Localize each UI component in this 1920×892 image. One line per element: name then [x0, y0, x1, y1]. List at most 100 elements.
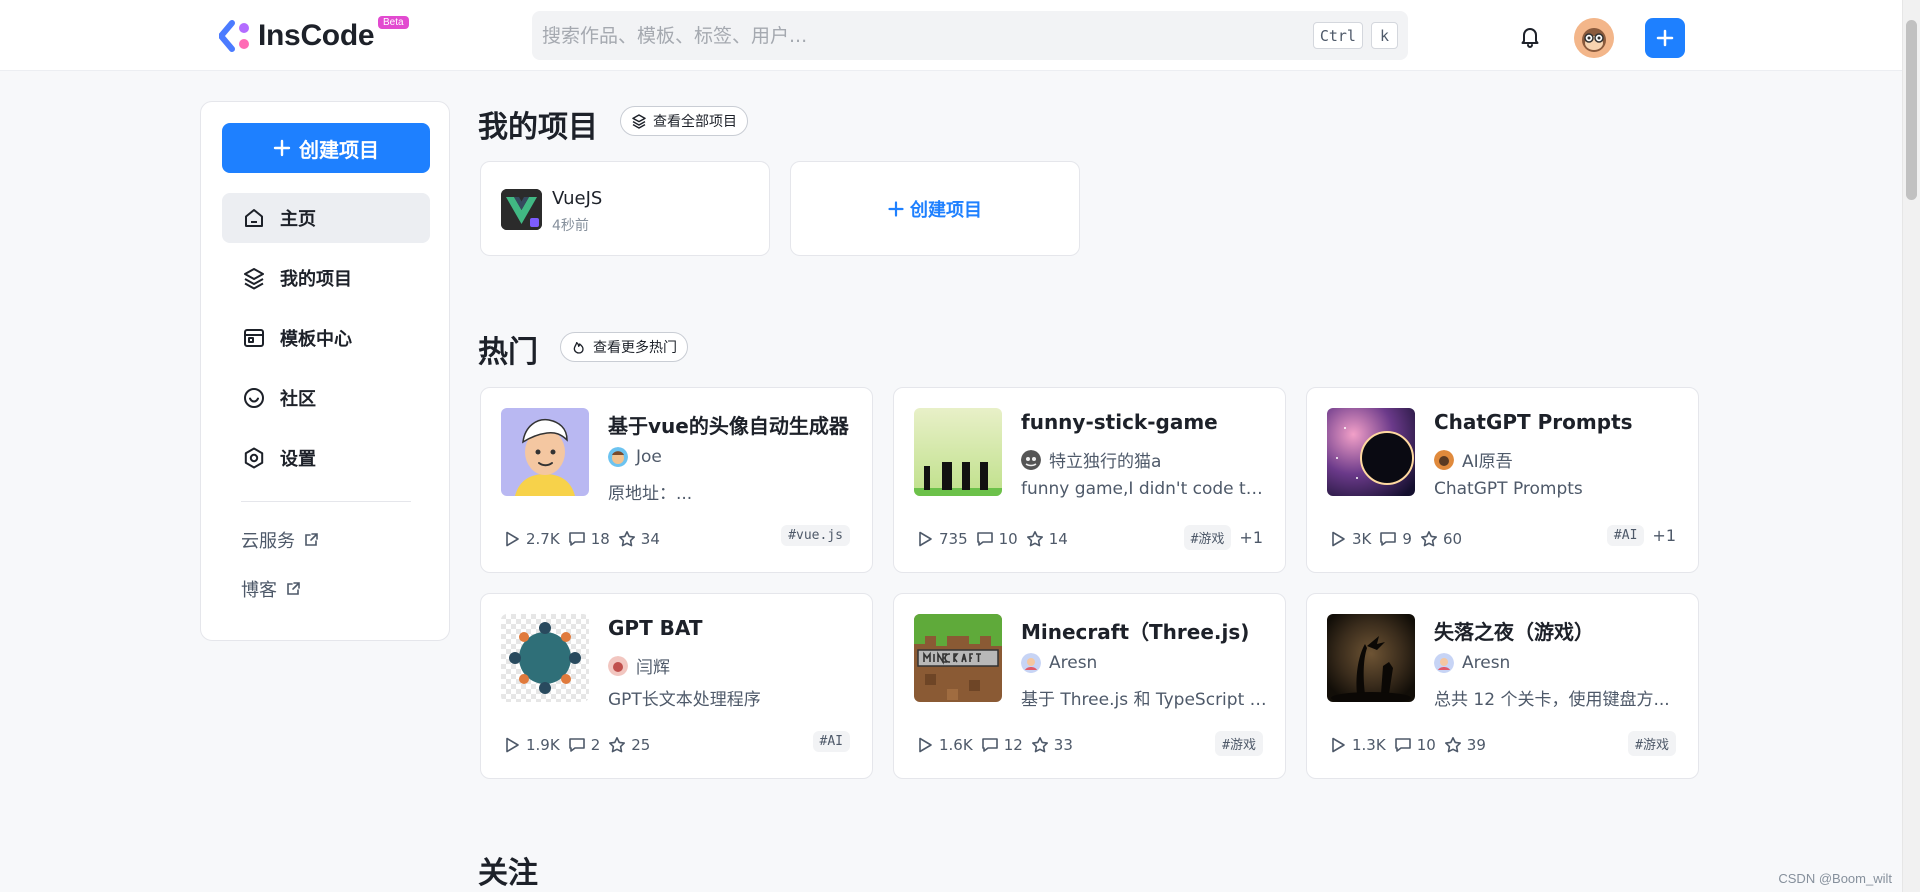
card-author[interactable]: 闫辉: [608, 653, 670, 678]
more-tags-count[interactable]: +1: [1652, 526, 1676, 545]
user-avatar[interactable]: [1574, 18, 1614, 58]
hot-card[interactable]: funny-stick-game 特立独行的猫a funny game,I di…: [893, 387, 1286, 573]
star-count[interactable]: 60: [1420, 530, 1462, 548]
vue-logo-icon: [501, 189, 542, 230]
card-tags: #AI: [812, 731, 850, 752]
author-name: AI原吾: [1462, 452, 1513, 472]
star-icon: [609, 737, 626, 753]
shortcut-ctrl-key: Ctrl: [1312, 22, 1363, 49]
star-count[interactable]: 34: [618, 530, 660, 548]
comment-icon: [1394, 738, 1411, 752]
star-count-value: 33: [1053, 736, 1073, 754]
play-icon: [919, 737, 932, 753]
blog-link[interactable]: 博客: [241, 576, 301, 602]
card-author[interactable]: AI原吾: [1434, 447, 1513, 472]
star-icon: [1420, 531, 1437, 547]
hot-card[interactable]: 基于vue的头像自动生成器 Joe 原地址：... 2.7K 18 34 #vu…: [480, 387, 873, 573]
author-avatar: [1434, 449, 1454, 470]
sidebar-item-community[interactable]: 社区: [222, 373, 430, 423]
comment-icon: [1380, 532, 1397, 546]
play-icon: [506, 531, 519, 547]
card-description: 基于 Three.js 和 TypeScript 的...: [1021, 690, 1267, 710]
tag[interactable]: #AI: [812, 731, 850, 752]
scrollbar-thumb[interactable]: [1906, 20, 1917, 200]
project-card-vuejs[interactable]: VueJS 4秒前: [480, 161, 770, 256]
run-count-value: 2.7K: [526, 530, 560, 548]
layers-icon: [244, 268, 264, 290]
star-count[interactable]: 25: [608, 736, 650, 754]
sidebar-item-my-projects[interactable]: 我的项目: [222, 253, 430, 303]
more-tags-count[interactable]: +1: [1239, 528, 1263, 547]
card-author[interactable]: Joe: [608, 447, 662, 467]
card-stats: 1.6K 12 33: [916, 736, 1073, 754]
search-box[interactable]: Ctrl k: [532, 11, 1408, 60]
view-more-hot-button[interactable]: 查看更多热门: [560, 332, 688, 362]
star-count[interactable]: 33: [1031, 736, 1073, 754]
tag[interactable]: #游戏: [1215, 731, 1263, 756]
comment-count-value: 12: [1003, 736, 1023, 754]
plus-icon: [1656, 29, 1674, 47]
view-all-projects-button[interactable]: 查看全部项目: [620, 106, 748, 136]
comment-count: 2: [568, 736, 600, 754]
hot-title: 热门: [478, 335, 538, 370]
star-count-value: 25: [631, 736, 651, 754]
star-count-value: 60: [1442, 530, 1463, 548]
create-project-card[interactable]: 创建项目: [790, 161, 1080, 256]
author-avatar: [608, 655, 628, 676]
community-icon: [244, 388, 264, 408]
settings-icon: [244, 447, 264, 469]
bell-icon[interactable]: [1518, 24, 1542, 48]
sidebar-item-home[interactable]: 主页: [222, 193, 430, 243]
tag[interactable]: #游戏: [1183, 525, 1232, 550]
tag[interactable]: #vue.js: [781, 525, 850, 546]
create-project-button[interactable]: 创建项目: [222, 123, 430, 173]
card-title: ChatGPT Prompts: [1434, 410, 1633, 434]
card-author[interactable]: 特立独行的猫a: [1021, 447, 1161, 472]
watermark: CSDN @Boom_wilt: [1778, 871, 1892, 886]
plus-icon: [273, 139, 291, 157]
template-icon: [244, 329, 264, 347]
search-input[interactable]: [532, 11, 1313, 60]
sidebar-item-label: 我的项目: [280, 269, 352, 290]
author-name: 特立独行的猫a: [1049, 452, 1162, 472]
star-count[interactable]: 14: [1026, 530, 1068, 548]
add-button[interactable]: [1645, 18, 1685, 58]
inscode-logo-icon: [219, 20, 249, 52]
card-author[interactable]: Aresn: [1021, 653, 1097, 673]
home-icon: [245, 209, 263, 227]
tag[interactable]: #AI: [1606, 525, 1645, 546]
card-description: GPT长文本处理程序: [608, 690, 761, 710]
card-stats: 2.7K 18 34: [503, 530, 660, 548]
play-icon: [919, 531, 932, 547]
page-scrollbar[interactable]: [1902, 0, 1920, 892]
card-tags: #游戏: [1215, 731, 1263, 756]
view-all-projects-label: 查看全部项目: [653, 114, 737, 130]
star-icon: [618, 531, 635, 547]
hot-card[interactable]: 失落之夜（游戏） Aresn 总共 12 个关卡，使用键盘方... 1.3K 1…: [1306, 593, 1699, 779]
comment-icon: [976, 532, 993, 546]
cloud-service-link[interactable]: 云服务: [241, 527, 319, 553]
link-label: 云服务: [241, 531, 295, 552]
sidebar-item-label: 主页: [280, 209, 316, 230]
lost-night-thumbnail: [1327, 614, 1415, 702]
author-avatar: [608, 447, 628, 467]
sidebar-item-templates[interactable]: 模板中心: [222, 313, 430, 363]
card-author[interactable]: Aresn: [1434, 653, 1510, 673]
star-count[interactable]: 39: [1444, 736, 1486, 754]
comment-count: 9: [1379, 530, 1412, 548]
run-count: 1.3K: [1329, 736, 1386, 754]
hot-card[interactable]: GPT BAT 闫辉 GPT长文本处理程序 1.9K 2 25 #AI: [480, 593, 873, 779]
card-stats: 735 10 14: [916, 530, 1068, 548]
inscode-logo[interactable]: InsCode Beta: [219, 16, 409, 54]
top-bar: InsCode Beta Ctrl k: [0, 0, 1902, 71]
author-name: 闫辉: [636, 658, 670, 678]
run-count: 1.6K: [916, 736, 973, 754]
run-count-value: 1.6K: [939, 736, 973, 754]
sidebar-item-settings[interactable]: 设置: [222, 433, 430, 483]
tag[interactable]: #游戏: [1628, 731, 1676, 756]
card-stats: 3K 9 60: [1329, 530, 1462, 548]
my-projects-title: 我的项目: [478, 110, 598, 145]
card-title: GPT BAT: [608, 616, 703, 640]
hot-card[interactable]: ChatGPT Prompts AI原吾 ChatGPT Prompts 3K …: [1306, 387, 1699, 573]
hot-card[interactable]: Minecraft（Three.js) Aresn 基于 Three.js 和 …: [893, 593, 1286, 779]
